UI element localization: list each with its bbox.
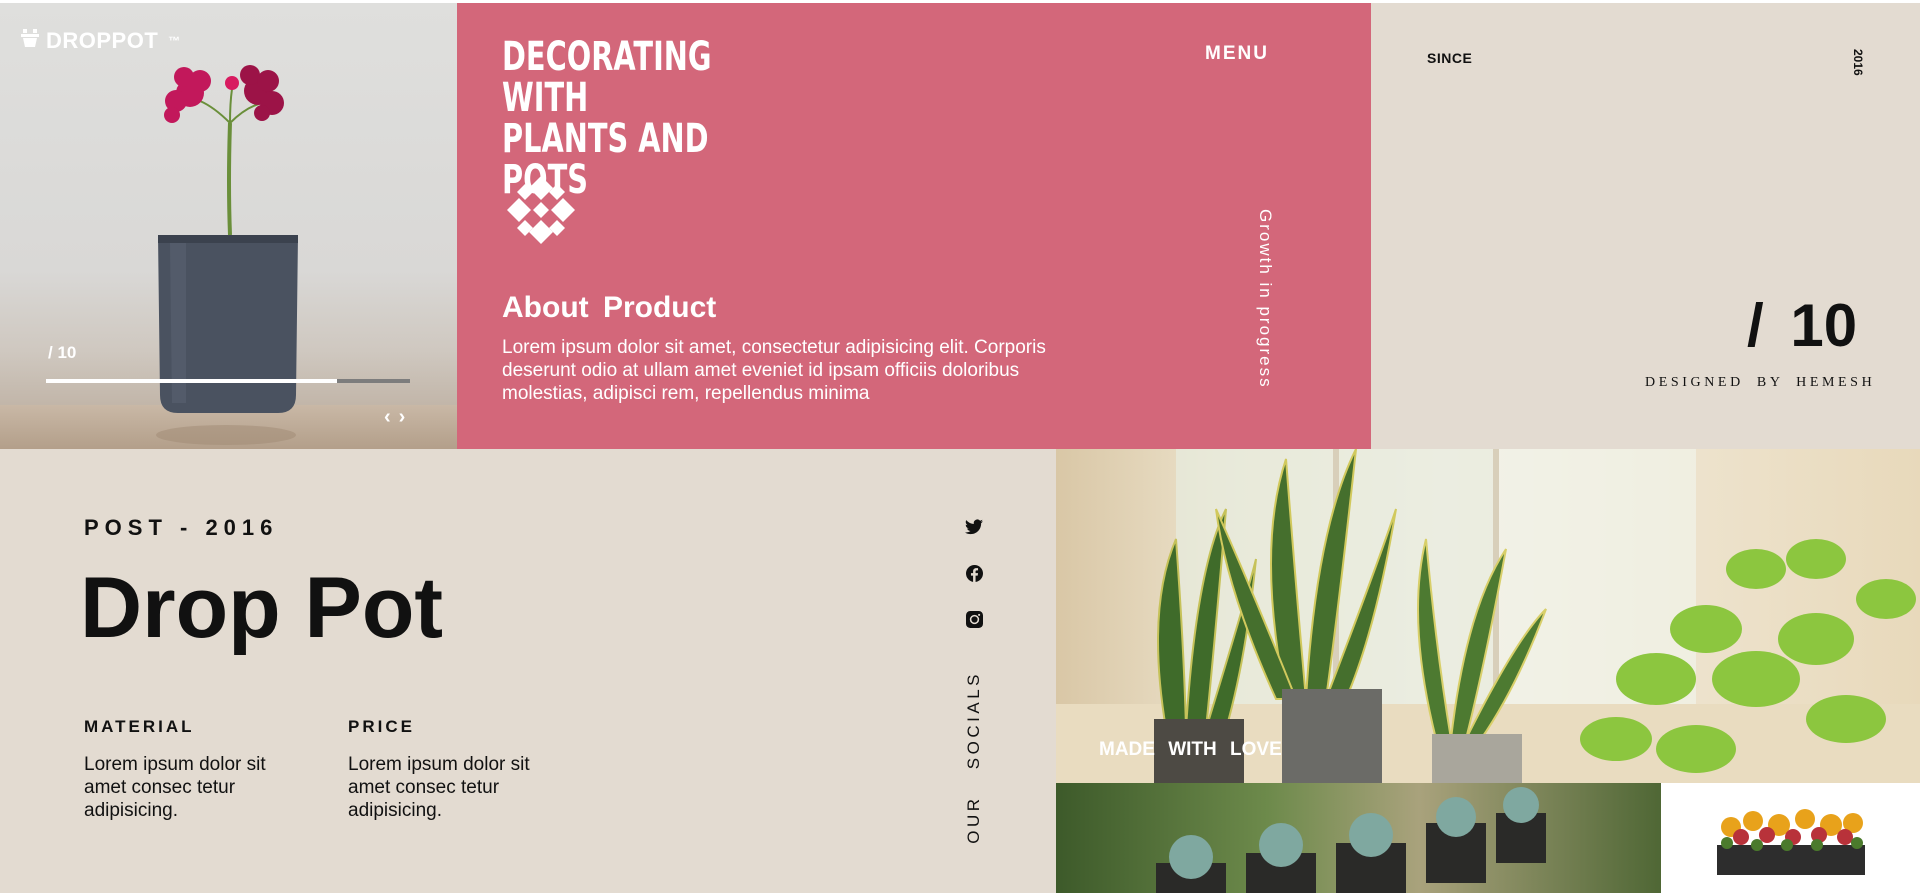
info-panel: SINCE 2016 / 10 DESIGNED BY HEMESH [1371,3,1920,449]
chevron-right-icon[interactable]: › [399,406,406,429]
chevron-left-icon[interactable]: ‹ [384,406,391,429]
since-label: SINCE [1427,50,1473,66]
post-label: POST - 2016 [84,515,279,540]
big-counter: / 10 [1747,292,1858,359]
page: DROPPOT ™ / 10 ‹ › DECORATING WITH PLANTS… [0,0,1920,893]
product-panel: POST - 2016 Drop Pot MATERIAL Lorem ipsu… [0,449,1056,893]
facebook-icon[interactable] [962,561,986,585]
twitter-icon[interactable] [962,515,986,539]
slide-arrows: ‹ › [384,406,405,429]
plants-image: MADE WITH LOVE [1056,449,1920,783]
product-name: Drop Pot [80,560,444,656]
instagram-icon[interactable] [962,607,986,631]
since-year: 2016 [1851,49,1865,76]
price-text: Lorem ipsum dolor sit amet consec tetur … [348,754,530,821]
pot-logo-icon [20,27,40,55]
our-socials-label: OUR SOCIALS [964,671,983,844]
intro-panel: DECORATING WITH PLANTS AND POTS MENU Gro… [457,3,1371,449]
slide-progress-bar [46,379,410,383]
brand-name: DROPPOT [46,28,159,53]
slide-progress-fill [46,379,338,383]
trademark-symbol: ™ [168,34,181,48]
menu-button[interactable]: MENU [1205,43,1269,65]
succulents-image [1056,783,1661,893]
flower-tray-image [1661,783,1920,893]
headline-line-1: DECORATING WITH [502,34,712,121]
lattice-emblem-icon [507,176,575,244]
hero-slide: DROPPOT ™ / 10 ‹ › [0,3,457,449]
growth-label: Growth in progress [1256,209,1275,389]
slide-counter: / 10 [48,343,77,362]
material-text: Lorem ipsum dolor sit amet consec tetur … [84,754,266,821]
plants-illustration [1056,449,1920,783]
price-heading: PRICE [348,717,415,736]
flower-tray-illustration [1717,809,1865,875]
made-with-love: MADE WITH LOVE [1099,739,1282,760]
price-block: PRICE Lorem ipsum dolor sit amet consec … [348,717,548,822]
social-links [962,515,986,631]
brand-logo[interactable]: DROPPOT ™ [20,27,181,55]
designed-by: DESIGNED BY HEMESH [1645,375,1876,390]
material-heading: MATERIAL [84,717,195,736]
succulents-illustration [1156,787,1546,893]
about-text: Lorem ipsum dolor sit amet, consectetur … [502,337,1046,404]
about-title: About Product [502,291,717,324]
material-block: MATERIAL Lorem ipsum dolor sit amet cons… [84,717,284,822]
